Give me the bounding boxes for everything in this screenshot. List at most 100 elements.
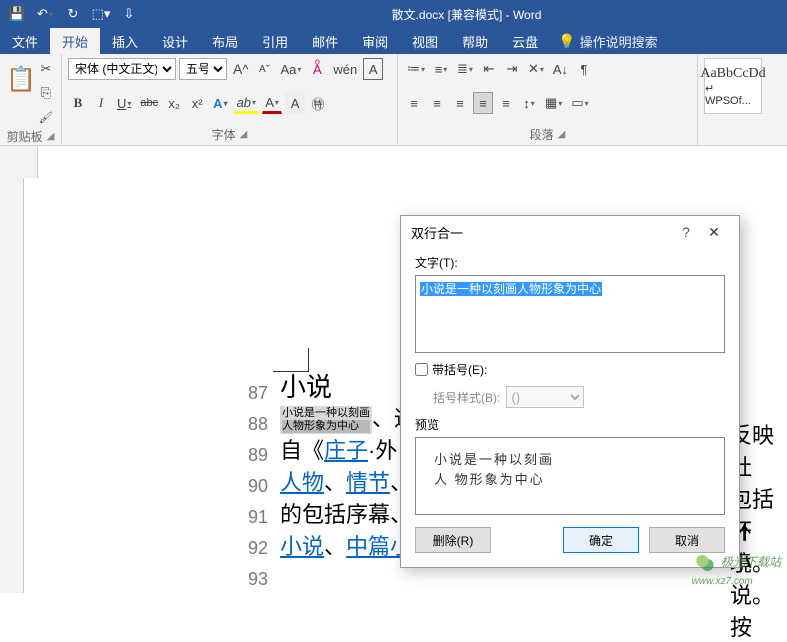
- change-case-button[interactable]: Aa▾: [277, 58, 304, 80]
- distribute-button[interactable]: ≡: [496, 92, 516, 114]
- undo-button[interactable]: ↶▾: [32, 2, 58, 26]
- line-number: 89: [238, 445, 268, 466]
- align-center-button[interactable]: ≡: [427, 92, 447, 114]
- delete-button[interactable]: 删除(R): [415, 527, 491, 553]
- font-color-button[interactable]: A▾: [262, 92, 282, 114]
- char-border-button[interactable]: A: [363, 58, 383, 80]
- font-family-select[interactable]: 宋体 (中文正文): [68, 58, 176, 80]
- touch-mode-button[interactable]: ⬚▾: [88, 2, 114, 26]
- tab-view[interactable]: 视图: [400, 28, 450, 54]
- bracket-checkbox-row: 带括号(E):: [415, 361, 725, 378]
- style-sample-text: AaBbCcDd: [700, 66, 765, 82]
- enclose-char-button[interactable]: ㊕: [308, 92, 328, 114]
- ribbon-tabs: 文件 开始 插入 设计 布局 引用 邮件 审阅 视图 帮助 云盘 💡 操作说明搜…: [0, 28, 787, 54]
- two-line-field: 小说是一种以刻画 人物形象为中心: [280, 406, 372, 434]
- borders-button[interactable]: ▭▾: [568, 92, 591, 114]
- tab-file[interactable]: 文件: [0, 28, 50, 54]
- tab-layout[interactable]: 布局: [200, 28, 250, 54]
- save-button[interactable]: 💾: [4, 2, 30, 26]
- align-right-button[interactable]: ≡: [450, 92, 470, 114]
- preview-label: 预览: [415, 416, 725, 433]
- line-number: 87: [238, 383, 268, 404]
- ruler-corner: [0, 146, 38, 178]
- shrink-font-button[interactable]: Aˇ: [254, 58, 274, 80]
- tab-design[interactable]: 设计: [150, 28, 200, 54]
- two-lines-in-one-dialog: 双行合一 ? ✕ 文字(T): 小说是一种以刻画人物形象为中心 带括号(E): …: [400, 215, 740, 568]
- font-launcher[interactable]: ◢: [240, 129, 248, 140]
- quick-access-toolbar: 💾 ↶▾ ↻ ⬚▾ ⇩: [0, 2, 146, 26]
- bullets-button[interactable]: ≔▾: [404, 58, 428, 80]
- tab-cloud[interactable]: 云盘: [500, 28, 550, 54]
- underline-button[interactable]: U▾: [114, 92, 134, 114]
- title-bar: 💾 ↶▾ ↻ ⬚▾ ⇩ 散文.docx [兼容模式] - Word: [0, 0, 787, 28]
- cancel-button[interactable]: 取消: [649, 527, 725, 553]
- sort-button[interactable]: A↓: [550, 58, 571, 80]
- paste-button[interactable]: 📋: [6, 58, 36, 100]
- italic-button[interactable]: I: [91, 92, 111, 114]
- superscript-button[interactable]: x²: [187, 92, 207, 114]
- redo-button[interactable]: ↻: [60, 2, 86, 26]
- lightbulb-icon: 💡: [558, 33, 575, 50]
- watermark-text: 极光下载站: [721, 555, 781, 569]
- tell-me-label: 操作说明搜索: [580, 32, 658, 51]
- text-line: 小说是一种以刻画 人物形象为中心 、通: [280, 403, 416, 435]
- clipboard-launcher[interactable]: ◢: [47, 131, 55, 142]
- ruler-area: 12 10 8 6 4 2 2 4 6 8 10 12 14 16 18: [0, 146, 787, 178]
- copy-button[interactable]: [36, 82, 56, 104]
- decrease-indent-button[interactable]: ⇤: [479, 58, 499, 80]
- tab-mailings[interactable]: 邮件: [300, 28, 350, 54]
- dialog-close-button[interactable]: ✕: [699, 224, 729, 241]
- hyperlink[interactable]: 庄子: [324, 438, 368, 463]
- watermark: 极光下载站 www.xz7.com: [692, 553, 781, 587]
- increase-indent-button[interactable]: ⇥: [502, 58, 522, 80]
- line-number: 92: [238, 538, 268, 559]
- text-input[interactable]: 小说是一种以刻画人物形象为中心: [415, 275, 725, 353]
- char-shading-button[interactable]: A: [285, 92, 305, 114]
- text-line: 的包括序幕、: [280, 499, 416, 531]
- numbering-button[interactable]: ≡▾: [431, 58, 451, 80]
- strikethrough-button[interactable]: abc: [137, 92, 161, 114]
- watermark-url: www.xz7.com: [692, 576, 753, 587]
- tab-home[interactable]: 开始: [50, 28, 100, 54]
- line-number: 90: [238, 476, 268, 497]
- bracket-checkbox-label: 带括号(E):: [432, 361, 487, 378]
- tell-me-search[interactable]: 💡 操作说明搜索: [550, 28, 665, 54]
- tab-review[interactable]: 审阅: [350, 28, 400, 54]
- line-spacing-button[interactable]: ↕▾: [519, 92, 539, 114]
- clear-formatting-button[interactable]: Aͦ: [307, 58, 327, 80]
- document-text[interactable]: 小说 小说是一种以刻画 人物形象为中心 、通 自《庄子·外 人物、情节、 的包括…: [280, 371, 416, 563]
- paragraph-launcher[interactable]: ◢: [558, 129, 566, 140]
- dialog-help-button[interactable]: ?: [673, 224, 699, 240]
- font-size-select[interactable]: 五号: [179, 58, 227, 80]
- hyperlink[interactable]: 情节: [346, 470, 390, 495]
- window-title: 散文.docx [兼容模式] - Word: [146, 6, 787, 23]
- preview-line: 小说是一种以刻画: [434, 450, 706, 470]
- hyperlink[interactable]: 小说: [280, 534, 324, 559]
- tab-insert[interactable]: 插入: [100, 28, 150, 54]
- style-sample-name: ↵ WPSOf...: [705, 82, 761, 107]
- style-sample[interactable]: AaBbCcDd ↵ WPSOf...: [704, 58, 762, 114]
- format-painter-button[interactable]: [36, 106, 56, 128]
- ok-button[interactable]: 确定: [563, 527, 639, 553]
- justify-button[interactable]: ≡: [473, 92, 493, 114]
- cut-button[interactable]: [36, 58, 56, 80]
- dialog-titlebar[interactable]: 双行合一 ? ✕: [401, 216, 739, 248]
- vertical-ruler[interactable]: [0, 178, 24, 593]
- qat-customize-button[interactable]: ⇩: [116, 2, 142, 26]
- dialog-title: 双行合一: [411, 223, 673, 242]
- asian-layout-button[interactable]: ✕▾: [525, 58, 547, 80]
- hyperlink[interactable]: 人物: [280, 470, 324, 495]
- highlight-button[interactable]: ab▾: [234, 92, 259, 114]
- tab-references[interactable]: 引用: [250, 28, 300, 54]
- bracket-checkbox[interactable]: [415, 363, 428, 376]
- tab-help[interactable]: 帮助: [450, 28, 500, 54]
- bold-button[interactable]: B: [68, 92, 88, 114]
- align-left-button[interactable]: ≡: [404, 92, 424, 114]
- multilevel-list-button[interactable]: ≣▾: [454, 58, 476, 80]
- phonetic-guide-button[interactable]: wén: [330, 58, 360, 80]
- text-effects-button[interactable]: A▾: [210, 92, 230, 114]
- grow-font-button[interactable]: A^: [230, 58, 251, 80]
- subscript-button[interactable]: x₂: [164, 92, 184, 114]
- shading-button[interactable]: ▦▾: [542, 92, 565, 114]
- show-marks-button[interactable]: ¶: [574, 58, 594, 80]
